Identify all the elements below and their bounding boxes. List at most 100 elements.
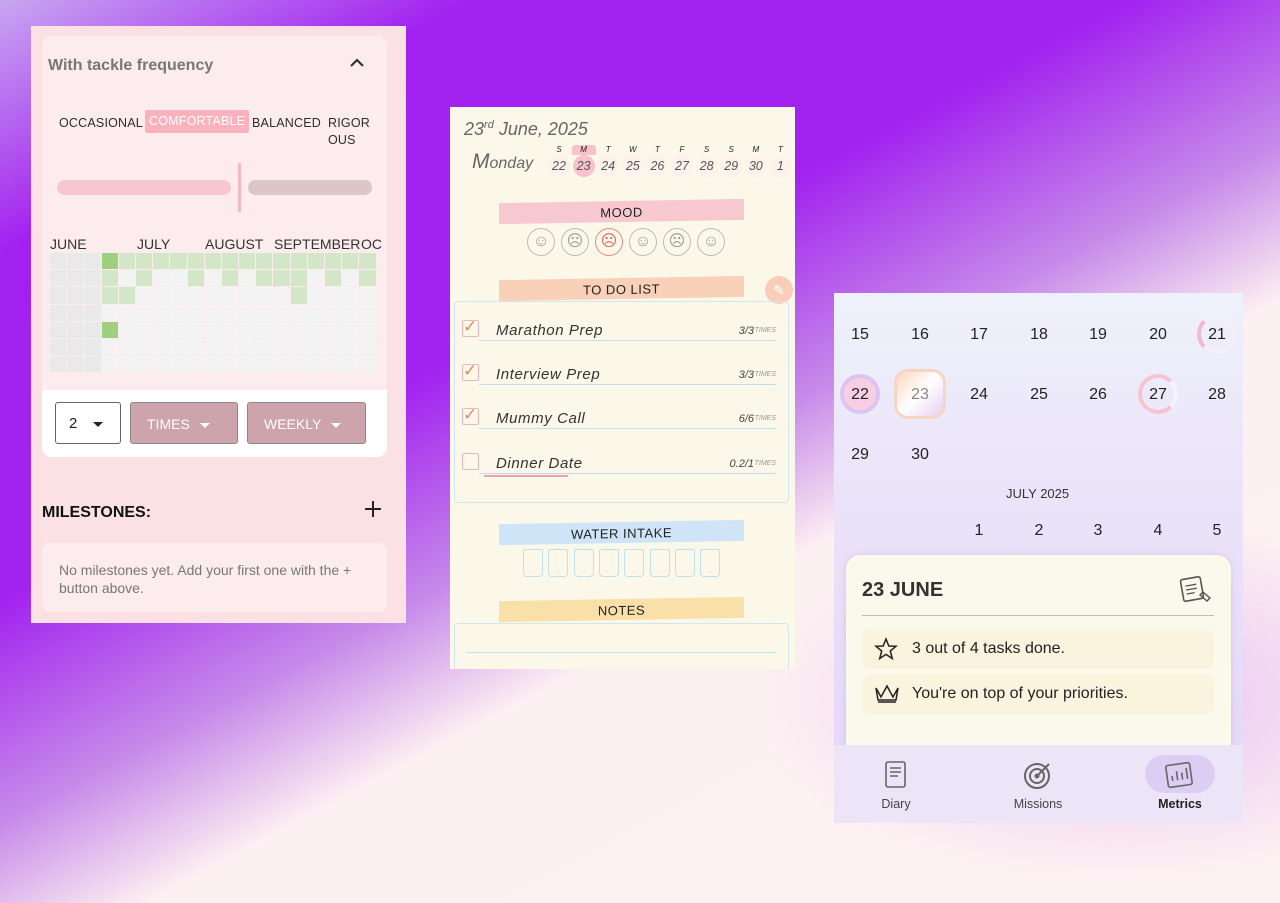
heatmap-cell	[342, 356, 359, 373]
journal-icon[interactable]	[1179, 574, 1213, 604]
nav-missions-label: Missions	[1013, 797, 1063, 811]
diary-icon	[861, 755, 931, 793]
task-checkbox[interactable]: ✓	[462, 362, 479, 381]
week-day[interactable]: T 24	[596, 145, 620, 177]
heatmap-cell	[101, 270, 118, 287]
calendar-day[interactable]: 27	[1138, 386, 1178, 404]
calendar-day[interactable]: 29	[840, 446, 880, 464]
week-day[interactable]: S 28	[695, 145, 719, 177]
calendar-day[interactable]: 25	[1019, 386, 1059, 404]
calendar-day[interactable]: 22	[840, 386, 880, 404]
option-comfortable[interactable]: COMFORTABLE	[145, 110, 250, 133]
week-day[interactable]: S 29	[719, 145, 743, 177]
week-day-number: 26	[646, 155, 669, 177]
heatmap-cell	[307, 356, 324, 373]
task-checkbox[interactable]	[462, 453, 479, 470]
task-checkbox[interactable]: ✓	[462, 406, 479, 425]
nav-metrics[interactable]: Metrics	[1130, 745, 1230, 811]
water-glass-icon[interactable]: ··	[624, 549, 645, 577]
task-row[interactable]: ✓ Mummy Call 6/6 TIMES	[462, 406, 776, 432]
week-day[interactable]: T 26	[645, 145, 669, 177]
heatmap-cell	[67, 253, 84, 270]
heatmap-cell	[307, 338, 324, 356]
pencil-icon: ✎	[773, 282, 785, 298]
option-rigorous[interactable]: RIGOR OUS	[328, 115, 370, 149]
week-day-letter: T	[605, 145, 611, 154]
task-line	[479, 428, 776, 429]
heatmap-cell	[84, 304, 101, 321]
heatmap-cell	[221, 304, 239, 321]
task-row[interactable]: Dinner Date 0.2/1 TIMES	[462, 453, 776, 477]
task-checkbox[interactable]: ✓	[462, 318, 479, 337]
calendar-day[interactable]: 24	[959, 386, 999, 404]
heatmap-cell	[118, 270, 135, 287]
week-day[interactable]: M 30	[744, 145, 768, 177]
calendar-day[interactable]: 19	[1078, 326, 1118, 344]
heatmap-cell	[50, 253, 67, 270]
period-select[interactable]: WEEKLY	[247, 402, 366, 444]
count-select[interactable]: 2	[55, 402, 121, 444]
calendar-day[interactable]: 30	[900, 446, 940, 464]
edit-todo-button[interactable]: ✎	[765, 276, 793, 304]
water-glass-icon[interactable]: ··	[598, 549, 619, 577]
mood-silly-icon[interactable]: ☺	[629, 228, 657, 256]
calendar-day[interactable]: 2	[1019, 522, 1059, 540]
heatmap-cell	[342, 270, 359, 287]
mood-annoyed-icon[interactable]: ☹	[663, 228, 691, 256]
heatmap-cell	[239, 270, 256, 287]
notes-area[interactable]	[454, 623, 789, 669]
task-row[interactable]: ✓ Marathon Prep 3/3 TIMES	[462, 318, 776, 344]
slider-thumb[interactable]	[238, 163, 241, 212]
calendar-day[interactable]: 5	[1197, 522, 1237, 540]
heatmap-cell	[273, 270, 290, 287]
mood-smirk-icon[interactable]: ☺	[697, 228, 725, 256]
calendar-day[interactable]: 26	[1078, 386, 1118, 404]
calendar-day[interactable]: 17	[959, 326, 999, 344]
calendar-day[interactable]: 23	[900, 386, 940, 404]
water-glass-icon[interactable]: ··	[674, 549, 695, 577]
calendar-day[interactable]: 21	[1197, 326, 1237, 344]
water-glass-icon[interactable]: ··	[649, 549, 670, 577]
nav-diary-label: Diary	[881, 797, 911, 811]
mood-worried-icon[interactable]: ☹	[561, 228, 589, 256]
water-glass-icon[interactable]: ··	[548, 549, 569, 577]
option-occasional[interactable]: OCCASIONAL	[59, 115, 143, 132]
slider-track-empty[interactable]	[248, 180, 372, 195]
slider-track-filled[interactable]	[57, 180, 231, 195]
week-day[interactable]: S 22	[547, 145, 571, 177]
heatmap-cell	[67, 356, 84, 373]
chevron-up-icon[interactable]	[349, 56, 364, 70]
water-glass-icon[interactable]: ··	[700, 549, 721, 577]
heatmap-cell	[101, 356, 118, 373]
calendar-day[interactable]: 18	[1019, 326, 1059, 344]
heatmap-cell	[204, 356, 221, 373]
mood-angry-icon[interactable]: ☹	[595, 228, 623, 256]
heatmap-cell	[342, 338, 359, 356]
calendar-day[interactable]: 3	[1078, 522, 1118, 540]
add-milestone-button[interactable]	[364, 496, 382, 522]
unit-select[interactable]: TIMES	[130, 402, 238, 444]
week-day[interactable]: M 23	[571, 145, 596, 177]
water-header: WATER INTAKE	[499, 519, 744, 546]
week-day-letter: T	[654, 145, 660, 154]
nav-metrics-label: Metrics	[1158, 797, 1202, 811]
nav-diary[interactable]: Diary	[846, 745, 946, 811]
calendar-day[interactable]: 15	[840, 326, 880, 344]
water-glass-icon[interactable]: ··	[523, 549, 543, 577]
mood-happy-icon[interactable]: ☺	[527, 228, 555, 256]
caret-down-icon	[331, 422, 342, 428]
water-glass-icon[interactable]: ··	[573, 549, 594, 577]
calendar-day[interactable]: 1	[959, 522, 999, 540]
heatmap-cell	[325, 321, 342, 338]
task-row[interactable]: ✓ Interview Prep 3/3 TIMES	[462, 362, 776, 388]
calendar-day[interactable]: 4	[1138, 522, 1178, 540]
week-day[interactable]: F 27	[670, 145, 694, 177]
week-day[interactable]: T1	[768, 145, 792, 177]
nav-missions[interactable]: Missions	[988, 745, 1088, 811]
calendar-day[interactable]: 28	[1197, 386, 1237, 404]
week-day[interactable]: W 25	[621, 145, 645, 177]
calendar-day[interactable]: 16	[900, 326, 940, 344]
heatmap-cell	[118, 338, 135, 356]
option-balanced[interactable]: BALANCED	[252, 115, 321, 132]
calendar-day[interactable]: 20	[1138, 326, 1178, 344]
